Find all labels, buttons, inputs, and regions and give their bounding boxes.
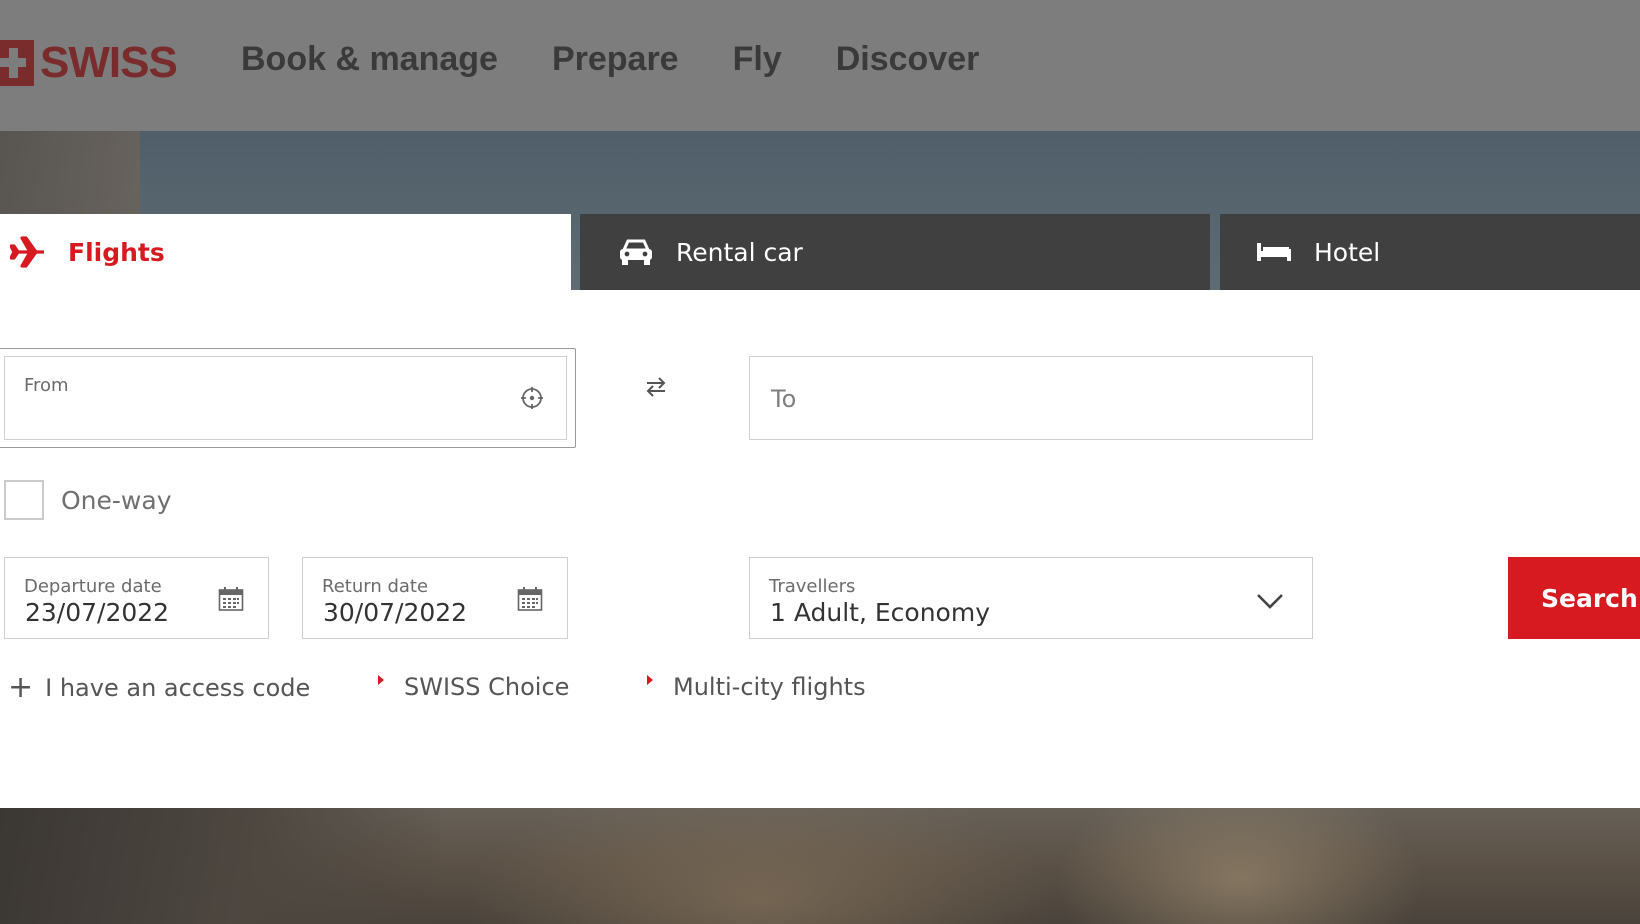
plus-icon: + xyxy=(8,670,34,705)
departure-date-value: 23/07/2022 xyxy=(25,598,170,627)
calendar-icon[interactable] xyxy=(517,586,543,616)
multi-city-label: Multi-city flights xyxy=(673,673,866,701)
one-way-checkbox[interactable]: One-way xyxy=(4,480,172,520)
travellers-select[interactable]: Travellers 1 Adult, Economy xyxy=(749,557,1313,639)
tab-rental-car-label: Rental car xyxy=(676,237,803,267)
tab-flights-label: Flights xyxy=(68,237,165,267)
tab-hotel-label: Hotel xyxy=(1314,237,1381,267)
travellers-label: Travellers xyxy=(769,576,856,597)
booking-tabs: Flights Rental car Hotel xyxy=(0,214,1640,290)
tab-rental-car[interactable]: Rental car xyxy=(580,214,1210,290)
car-icon xyxy=(618,238,654,266)
logo-text: SWISS xyxy=(40,38,178,87)
hero-rock-shape xyxy=(0,131,140,221)
site-header: SWISS Book & manage Prepare Fly Discover xyxy=(0,0,1640,131)
swap-icon[interactable] xyxy=(644,376,668,402)
departure-date-label: Departure date xyxy=(24,576,162,597)
to-field[interactable]: To xyxy=(749,356,1313,440)
from-field[interactable]: From xyxy=(4,356,567,440)
from-label: From xyxy=(24,375,69,396)
search-button[interactable]: Search xyxy=(1508,557,1640,639)
departure-date-field[interactable]: Departure date 23/07/2022 xyxy=(4,557,269,639)
travellers-value: 1 Adult, Economy xyxy=(770,598,990,627)
nav-item-book-manage[interactable]: Book & manage xyxy=(241,40,498,79)
multi-city-link[interactable]: Multi-city flights xyxy=(647,673,866,701)
bed-icon xyxy=(1256,241,1292,263)
one-way-label: One-way xyxy=(61,485,172,515)
caret-right-icon xyxy=(647,675,653,685)
search-options-links: + I have an access code SWISS Choice Mul… xyxy=(0,673,1000,713)
main-nav: Book & manage Prepare Fly Discover xyxy=(241,40,1033,79)
access-code-label: I have an access code xyxy=(45,674,311,702)
tab-flights[interactable]: Flights xyxy=(0,214,571,290)
caret-right-icon xyxy=(378,675,384,685)
return-date-field[interactable]: Return date 30/07/2022 xyxy=(302,557,568,639)
swiss-choice-link[interactable]: SWISS Choice xyxy=(378,673,569,701)
return-date-label: Return date xyxy=(322,576,429,597)
nav-item-discover[interactable]: Discover xyxy=(836,40,980,79)
tab-hotel[interactable]: Hotel xyxy=(1220,214,1640,290)
to-placeholder: To xyxy=(771,385,797,413)
return-date-value: 30/07/2022 xyxy=(323,598,468,627)
swiss-logo[interactable]: SWISS xyxy=(0,38,178,88)
access-code-link[interactable]: + I have an access code xyxy=(8,673,310,703)
swiss-choice-label: SWISS Choice xyxy=(404,673,570,701)
calendar-icon[interactable] xyxy=(218,586,244,616)
one-way-checkbox-box[interactable] xyxy=(4,480,44,520)
flight-search-panel: From To One-way Departure date 23/07/202… xyxy=(0,290,1640,808)
chevron-down-icon xyxy=(1256,592,1284,614)
nav-item-fly[interactable]: Fly xyxy=(733,40,782,79)
hero-rock-bottom-shape xyxy=(0,808,440,924)
nav-item-prepare[interactable]: Prepare xyxy=(552,40,679,79)
airplane-icon xyxy=(10,236,46,268)
swiss-cross-icon xyxy=(0,40,34,86)
locate-icon[interactable] xyxy=(520,386,544,414)
